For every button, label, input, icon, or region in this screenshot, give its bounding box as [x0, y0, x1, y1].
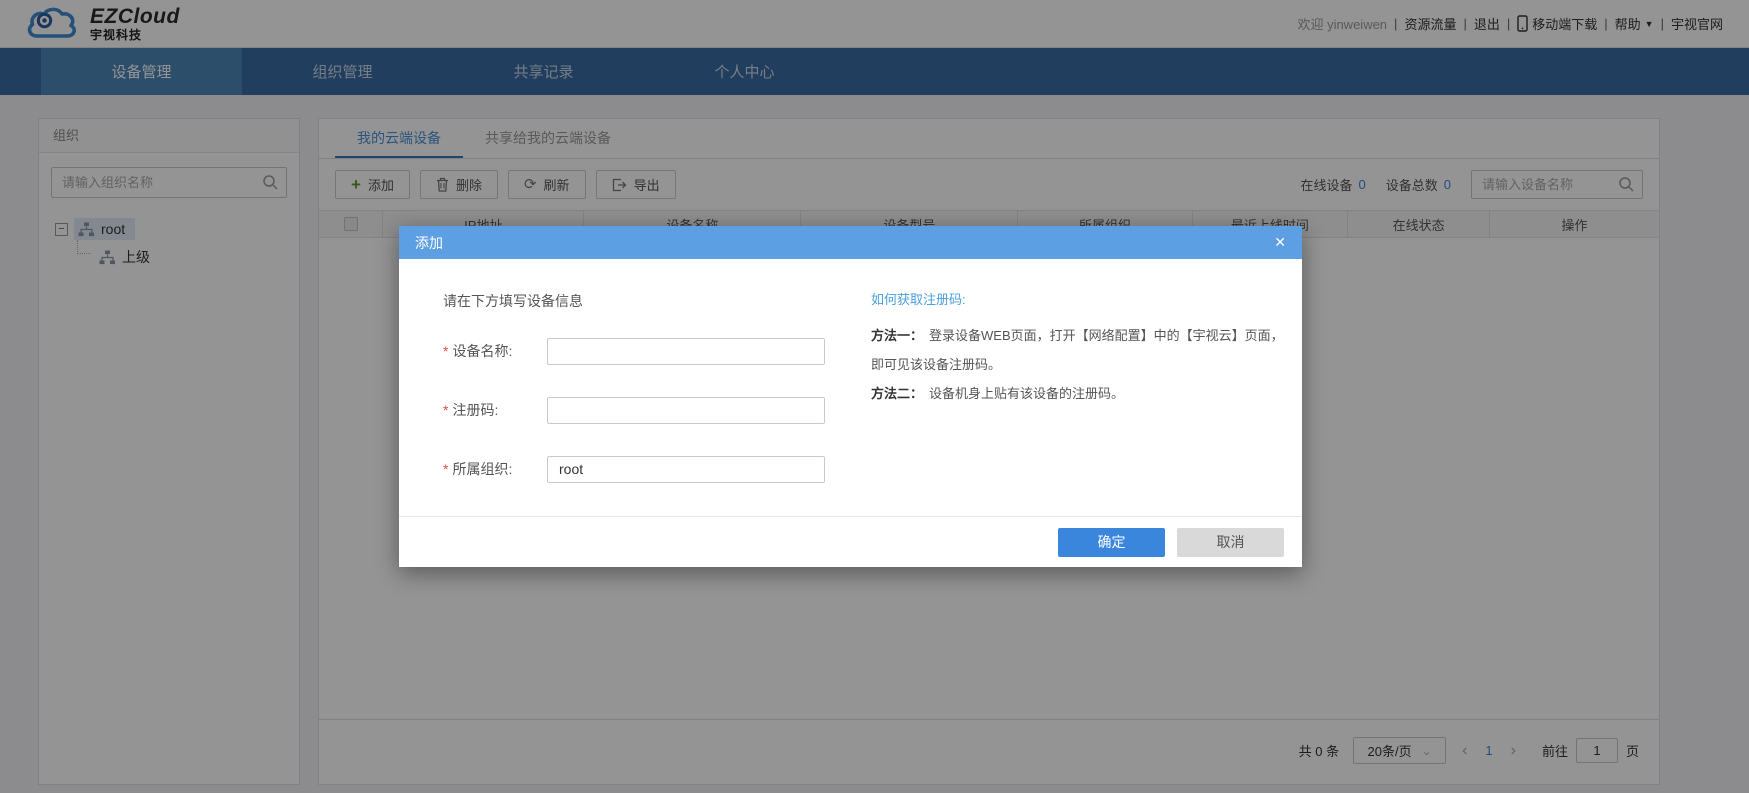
device-name-input[interactable] — [547, 338, 825, 365]
org-input[interactable] — [547, 456, 825, 483]
required-asterisk: * — [443, 461, 448, 477]
register-code-field: * 注册码: — [443, 400, 544, 420]
required-asterisk: * — [443, 343, 448, 359]
method2-label: 方法二： — [871, 386, 923, 401]
method1-continued: 即可见该设备注册码。 — [871, 354, 1001, 373]
register-code-input[interactable] — [547, 397, 825, 424]
ok-button[interactable]: 确定 — [1058, 528, 1165, 557]
device-name-label: 设备名称: — [452, 341, 544, 361]
help-link[interactable]: 如何获取注册码: — [871, 289, 966, 308]
required-asterisk: * — [443, 402, 448, 418]
org-field: * 所属组织: — [443, 459, 544, 479]
device-name-field: * 设备名称: — [443, 341, 544, 361]
dialog-intro-text: 请在下方填写设备信息 — [443, 291, 583, 311]
cancel-button[interactable]: 取消 — [1177, 528, 1284, 557]
add-device-dialog: 添加 ✕ 请在下方填写设备信息 * 设备名称: * 注册码: * 所属组织: 如… — [399, 226, 1302, 567]
dialog-title: 添加 — [415, 233, 443, 253]
dialog-header: 添加 ✕ — [399, 226, 1302, 259]
org-label: 所属组织: — [452, 459, 544, 479]
close-icon[interactable]: ✕ — [1274, 234, 1286, 251]
register-code-label: 注册码: — [452, 400, 544, 420]
method1-label: 方法一： — [871, 328, 923, 343]
